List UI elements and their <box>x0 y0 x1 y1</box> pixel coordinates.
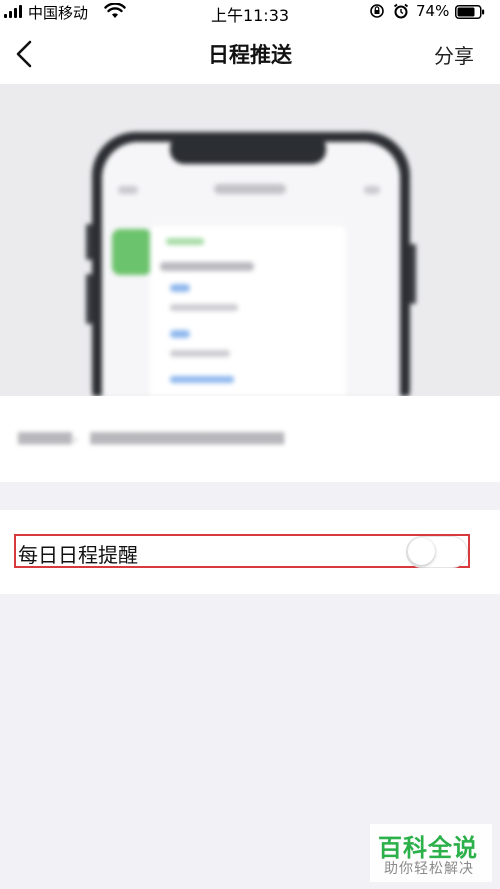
preview-image <box>0 84 500 396</box>
schedule-push-screen: 中国移动 上午11:33 74% 日程推送 分享 ▆▆▆▆▆， ▆▆▆▆▆▆▆▆… <box>0 0 500 889</box>
daily-reminder-row[interactable]: 每日日程提醒 <box>0 510 500 594</box>
daily-reminder-label: 每日日程提醒 <box>18 543 138 567</box>
preview-caption-blurred: ▆▆▆▆▆， ▆▆▆▆▆▆▆▆▆▆▆▆▆▆▆▆▆▆ <box>18 429 285 445</box>
toggle-knob <box>408 538 435 565</box>
navigation-bar: 日程推送 分享 <box>0 24 500 84</box>
battery-icon <box>455 5 485 19</box>
page-title: 日程推送 <box>208 43 292 67</box>
alarm-icon <box>393 3 409 19</box>
preview-caption-area: ▆▆▆▆▆， ▆▆▆▆▆▆▆▆▆▆▆▆▆▆▆▆▆▆ <box>0 396 500 482</box>
watermark: 百科全说 助你轻松解决 <box>370 824 492 882</box>
phone-mockup-illustration <box>86 132 416 396</box>
share-button[interactable]: 分享 <box>434 40 474 69</box>
daily-reminder-toggle[interactable] <box>406 536 468 568</box>
battery-percent: 74% <box>416 2 450 20</box>
watermark-slogan: 助你轻松解决 <box>384 861 474 877</box>
rotation-lock-icon <box>370 4 384 18</box>
status-bar: 中国移动 上午11:33 74% <box>0 0 500 25</box>
